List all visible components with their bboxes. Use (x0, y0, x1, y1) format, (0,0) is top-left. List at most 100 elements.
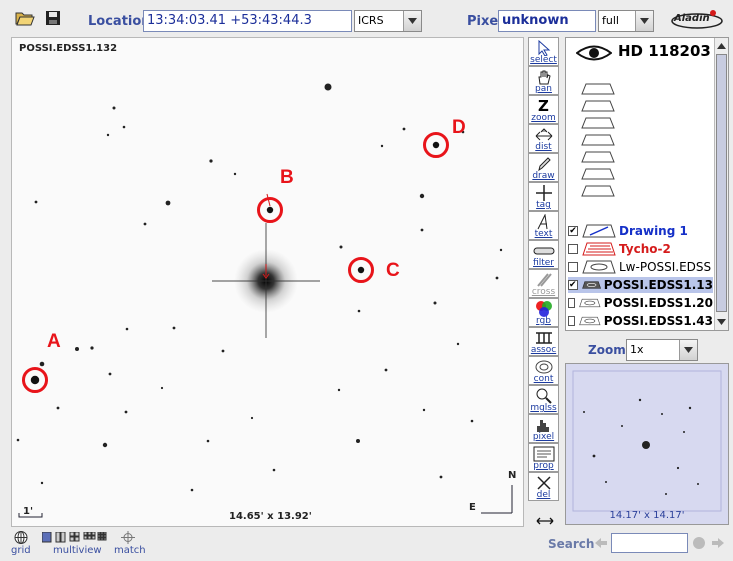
contour-tool-button[interactable]: cont (528, 356, 559, 385)
top-toolbar: Location 13:34:03.41 +53:43:44.3 ICRS Pi… (0, 0, 733, 36)
scale-bar-label: 1' (23, 506, 34, 517)
layer-checkbox[interactable] (568, 244, 578, 254)
frame-select[interactable]: ICRS (354, 10, 422, 32)
pan-tool-button[interactable]: pan (528, 66, 559, 95)
scroll-up-icon[interactable] (715, 40, 728, 52)
distance-icon (529, 126, 558, 144)
cross-tool-button: cross (528, 269, 559, 298)
magnifier-tool-button[interactable]: mglss (528, 385, 559, 414)
compass-north-label: N (508, 470, 517, 481)
location-input[interactable]: 13:34:03.41 +53:43:44.3 (143, 10, 352, 32)
delete-tool-button[interactable]: del (528, 472, 559, 501)
tool-palette: select pan Zzoom dist draw tag text filt… (528, 37, 561, 503)
search-stop-icon[interactable] (693, 537, 705, 549)
image-layer-icon (579, 316, 601, 326)
filter-tool-button[interactable]: filter (528, 240, 559, 269)
layer-name: POSSI.EDSS1.13 (603, 278, 713, 292)
folder-open-icon[interactable] (14, 7, 36, 29)
layer-scrollbar[interactable] (714, 38, 728, 330)
select-tool-button[interactable]: select (528, 37, 559, 66)
tag-tool-button[interactable]: tag (528, 182, 559, 211)
scroll-down-icon[interactable] (715, 316, 728, 328)
layer-checkbox[interactable] (568, 262, 578, 272)
fov-label: 14.65' x 13.92' (229, 511, 312, 522)
preview-image (572, 370, 722, 512)
delete-x-icon (529, 474, 558, 492)
assoc-icon (529, 329, 558, 347)
pixel-mode-select[interactable]: full (598, 10, 654, 32)
scroll-thumb[interactable] (716, 54, 727, 312)
marker-label-c: C (386, 260, 400, 281)
select-arrow-icon (529, 39, 558, 57)
filter-icon (529, 242, 558, 260)
image-layer-icon (582, 260, 616, 274)
text-icon (529, 213, 558, 231)
assoc-tool-button[interactable]: assoc (528, 327, 559, 356)
marker-circle-b (257, 197, 283, 223)
zoom-select[interactable]: 1x (626, 339, 698, 361)
frame-select-value: ICRS (358, 14, 384, 27)
layer-possi-edss1-13[interactable]: ✔ POSSI.EDSS1.13 (568, 277, 713, 293)
layer-possi-edss1-43[interactable]: POSSI.EDSS1.43 (568, 313, 713, 329)
zoom-tool-button[interactable]: Zzoom (528, 95, 559, 124)
zoom-preview[interactable]: 14.17' x 14.17' (565, 363, 729, 525)
object-name: HD 118203 (618, 42, 711, 60)
histogram-icon (529, 416, 558, 434)
grid-label: grid (11, 545, 31, 556)
zoom-label: Zoom (588, 343, 626, 357)
pencil-icon (529, 155, 558, 173)
marker-circle-c (348, 257, 374, 283)
layer-checkbox[interactable] (568, 316, 576, 326)
image-view[interactable]: POSSI.EDSS1.132 D B C A 1' 14.65' x 13.9… (11, 37, 524, 527)
move-arrows-icon[interactable] (536, 515, 554, 530)
preview-fov-label: 14.17' x 14.17' (609, 510, 685, 521)
sky-image (16, 83, 513, 518)
draw-tool-button[interactable]: draw (528, 153, 559, 182)
multiview-icon[interactable] (41, 531, 108, 546)
logo-text: Aladin (674, 13, 710, 24)
layer-possi-edss1-20[interactable]: POSSI.EDSS1.20 (568, 295, 713, 311)
eye-icon[interactable] (575, 44, 613, 65)
floppy-disk-icon[interactable] (42, 7, 64, 29)
pixel-tool-button[interactable]: pixel (528, 414, 559, 443)
layer-lw-possi[interactable]: Lw-POSSI.EDSS (568, 259, 713, 275)
crosshair-icon (529, 184, 558, 202)
layer-tycho-2[interactable]: Tycho-2 (568, 241, 713, 257)
drawing-layer-icon (582, 224, 616, 238)
layer-name: POSSI.EDSS1.20 (603, 296, 713, 310)
layer-checkbox[interactable]: ✔ (568, 280, 578, 290)
image-layer-icon (579, 298, 601, 308)
hand-icon (529, 68, 558, 86)
prop-tool-button[interactable]: prop (528, 443, 559, 472)
magnifier-icon (529, 387, 558, 405)
chevron-down-icon[interactable] (635, 11, 653, 31)
marker-label-b: B (280, 167, 294, 188)
properties-icon (529, 445, 558, 463)
layer-name: Drawing 1 (619, 224, 688, 238)
aladin-logo: Aladin (668, 8, 726, 30)
image-layer-icon (581, 281, 601, 289)
multiview-label: multiview (53, 545, 102, 556)
layer-drawing-1[interactable]: ✔ Drawing 1 (568, 223, 713, 239)
zoom-z-icon: Z (538, 97, 549, 115)
layer-checkbox[interactable]: ✔ (568, 226, 578, 236)
rgb-icon (529, 300, 558, 318)
marker-circle-a (22, 367, 48, 393)
layer-checkbox[interactable] (568, 298, 576, 308)
match-label: match (114, 545, 146, 556)
marker-label-a: A (47, 331, 61, 352)
layer-name: POSSI.EDSS1.43 (603, 314, 713, 328)
empty-planes (581, 83, 615, 197)
chevron-down-icon[interactable] (403, 11, 421, 31)
search-label: Search (548, 537, 595, 551)
text-tool-button[interactable]: text (528, 211, 559, 240)
search-next-icon[interactable] (711, 537, 725, 552)
search-prev-icon[interactable] (594, 537, 608, 552)
rgb-tool-button[interactable]: rgb (528, 298, 559, 327)
layer-name: Lw-POSSI.EDSS (619, 260, 712, 274)
search-input[interactable] (611, 533, 688, 553)
location-label: Location (88, 14, 151, 29)
dist-tool-button[interactable]: dist (528, 124, 559, 153)
layer-stack[interactable]: HD 118203 ✔ Drawing 1 Tycho-2 Lw-POSSI.E… (565, 37, 729, 331)
chevron-down-icon[interactable] (679, 340, 697, 360)
